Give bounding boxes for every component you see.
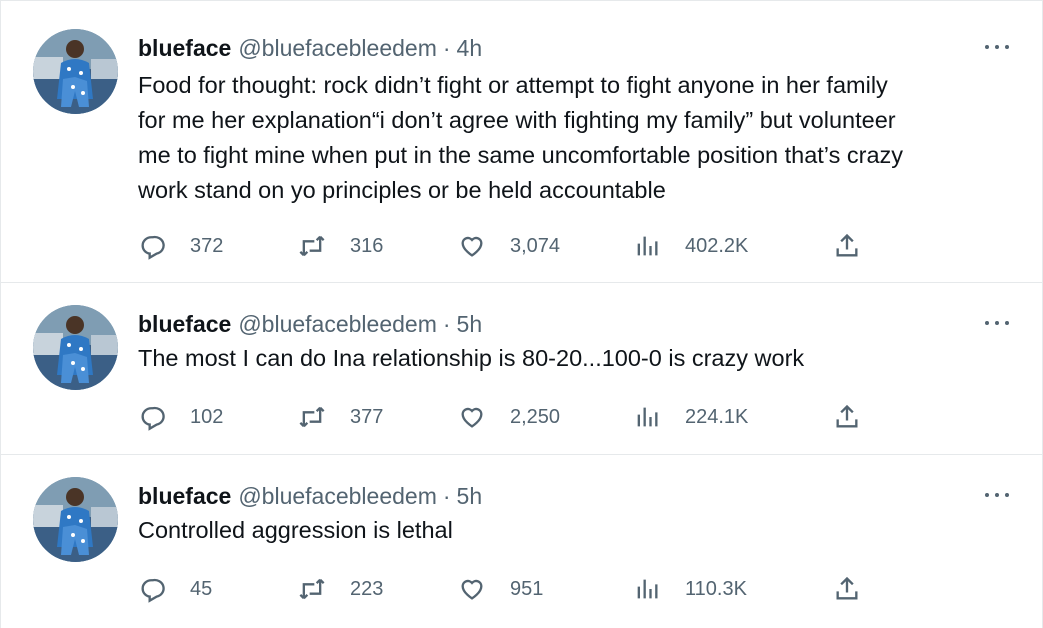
retweet-count: 377: [350, 405, 384, 428]
tweet[interactable]: blueface @bluefacebleedem · 4h Food for …: [1, 0, 1043, 283]
timestamp[interactable]: 5h: [457, 483, 483, 510]
reply-button[interactable]: 45: [138, 575, 298, 603]
user-handle[interactable]: @bluefacebleedem: [238, 35, 437, 62]
views-count: 402.2K: [685, 234, 749, 257]
tweet-text: The most I can do Ina relationship is 80…: [138, 345, 805, 371]
tweet-content: blueface @bluefacebleedem · 5h Controlle…: [138, 481, 1014, 548]
avatar-image: [33, 305, 118, 390]
like-button[interactable]: 2,250: [458, 403, 633, 431]
views-bar-chart-icon: [637, 236, 658, 256]
more-dots-icon[interactable]: [982, 313, 1012, 333]
timestamp[interactable]: 5h: [457, 311, 483, 338]
retweet-count: 223: [350, 577, 384, 600]
like-button[interactable]: 951: [458, 575, 633, 603]
tweet[interactable]: blueface @bluefacebleedem · 5h The most …: [1, 283, 1043, 455]
share-button[interactable]: [833, 403, 873, 431]
share-icon: [836, 233, 858, 257]
heart-icon: [461, 236, 483, 257]
views-bar-chart-icon: [637, 407, 658, 427]
share-button[interactable]: [833, 575, 873, 603]
retweet-icon: [299, 235, 325, 257]
timestamp[interactable]: 4h: [457, 35, 483, 62]
user-handle[interactable]: @bluefacebleedem: [238, 311, 437, 338]
reply-button[interactable]: 102: [138, 403, 298, 431]
display-name[interactable]: blueface: [138, 311, 231, 338]
tweet[interactable]: blueface @bluefacebleedem · 5h Controlle…: [1, 455, 1043, 628]
tweet-header: blueface @bluefacebleedem · 5h: [138, 481, 1014, 511]
views-count: 224.1K: [685, 405, 749, 428]
reply-count: 372: [190, 234, 224, 257]
tweet-content: blueface @bluefacebleedem · 4h Food for …: [138, 33, 1014, 208]
retweet-button[interactable]: 377: [298, 403, 458, 431]
reply-count: 45: [190, 577, 213, 600]
like-count: 2,250: [510, 405, 561, 428]
display-name[interactable]: blueface: [138, 35, 231, 62]
retweet-icon: [299, 406, 325, 428]
reply-icon: [141, 406, 165, 431]
action-bar: 102 377 2,250 224.1K: [138, 402, 904, 432]
timeline: blueface @bluefacebleedem · 4h Food for …: [0, 0, 1043, 628]
more-dots-icon[interactable]: [982, 37, 1012, 57]
retweet-button[interactable]: 223: [298, 575, 458, 603]
tweet-text: Controlled aggression is lethal: [138, 517, 453, 543]
more-dots-icon[interactable]: [982, 485, 1012, 505]
action-bar: 372 316 3,074 402.2K: [138, 231, 904, 261]
like-count: 3,074: [510, 234, 561, 257]
heart-icon: [461, 407, 483, 428]
tweet-header: blueface @bluefacebleedem · 4h: [138, 33, 1014, 63]
display-name[interactable]: blueface: [138, 483, 231, 510]
share-icon: [836, 404, 858, 428]
reply-icon: [141, 578, 165, 603]
like-button[interactable]: 3,074: [458, 232, 633, 260]
retweet-count: 316: [350, 234, 384, 257]
separator: ·: [442, 310, 451, 337]
user-handle[interactable]: @bluefacebleedem: [238, 483, 437, 510]
avatar[interactable]: [33, 477, 118, 562]
views-button[interactable]: 224.1K: [633, 403, 833, 431]
avatar[interactable]: [33, 305, 118, 390]
avatar-image: [33, 477, 118, 562]
tweet-content: blueface @bluefacebleedem · 5h The most …: [138, 309, 1014, 376]
retweet-icon: [299, 578, 325, 600]
views-count: 110.3K: [685, 577, 747, 600]
views-button[interactable]: 110.3K: [633, 575, 833, 603]
retweet-button[interactable]: 316: [298, 232, 458, 260]
avatar[interactable]: [33, 29, 118, 114]
reply-count: 102: [190, 405, 224, 428]
action-bar: 45 223 951 110.3K: [138, 574, 904, 604]
avatar-image: [33, 29, 118, 114]
heart-icon: [461, 579, 483, 600]
tweet-header: blueface @bluefacebleedem · 5h: [138, 309, 1014, 339]
tweet-text: Food for thought: rock didn’t fight or a…: [138, 72, 904, 203]
separator: ·: [442, 482, 451, 509]
reply-button[interactable]: 372: [138, 232, 298, 260]
reply-icon: [141, 235, 165, 260]
views-button[interactable]: 402.2K: [633, 232, 833, 260]
like-count: 951: [510, 577, 544, 600]
views-bar-chart-icon: [637, 579, 658, 599]
share-button[interactable]: [833, 232, 873, 260]
separator: ·: [442, 34, 451, 61]
share-icon: [836, 576, 858, 600]
